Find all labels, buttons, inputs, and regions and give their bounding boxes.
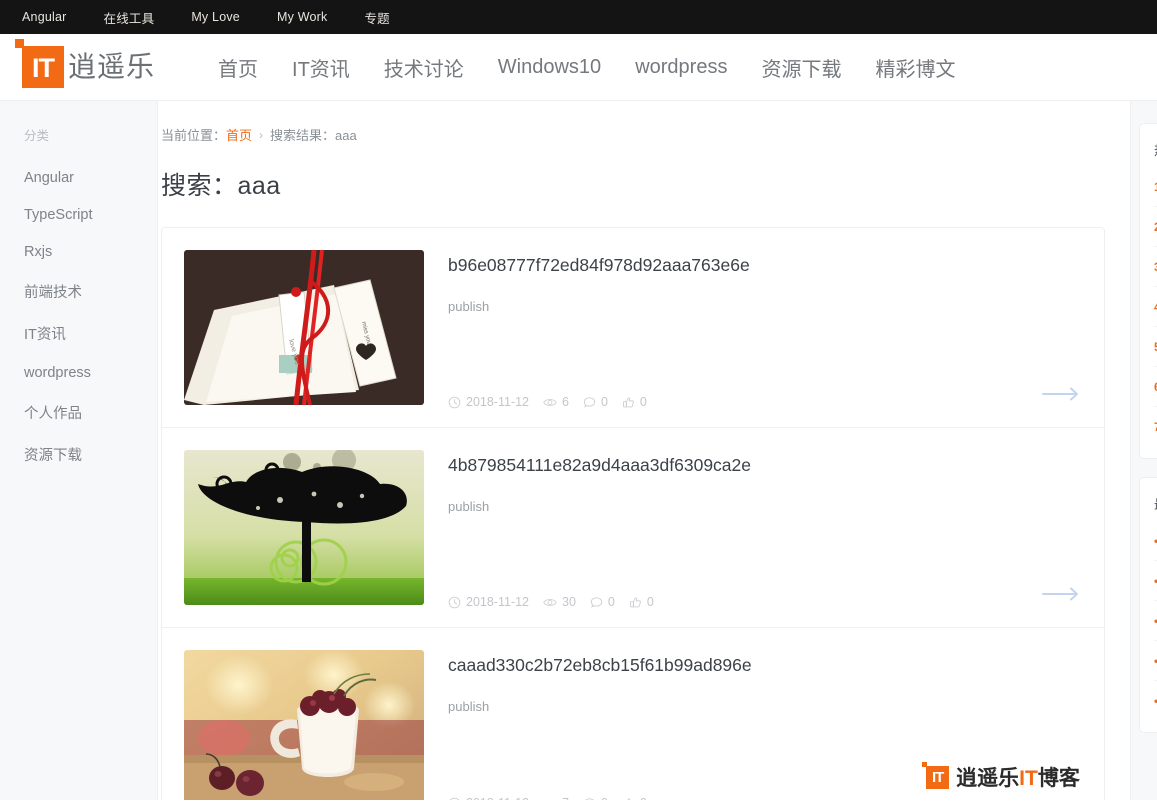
nav-item-tech-talk[interactable]: 技术讨论 xyxy=(384,53,464,82)
result-comments: 0 xyxy=(590,595,615,609)
comment-icon xyxy=(590,596,603,608)
sidebar-item-it-news[interactable]: IT资讯 xyxy=(0,312,157,354)
topbar-link-my-love[interactable]: My Love xyxy=(191,10,240,24)
result-excerpt: publish xyxy=(448,698,490,714)
sidebar-item-typescript[interactable]: TypeScript xyxy=(0,196,157,233)
topbar-link-topics[interactable]: 专题 xyxy=(364,8,389,27)
top-utility-bar: Angular 在线工具 My Love My Work 专题 xyxy=(0,0,1157,34)
sidebar-item-downloads[interactable]: 资源下载 xyxy=(0,433,157,475)
sidebar-item-angular[interactable]: Angular xyxy=(0,159,157,196)
page-title: 搜索：aaa xyxy=(161,172,281,200)
result-comments-count: 0 xyxy=(600,395,608,409)
result-likes: 0 xyxy=(622,395,647,409)
clock-icon xyxy=(448,596,461,608)
sidebar-heading: 分类 xyxy=(24,129,50,143)
result-date: 2018-11-12 xyxy=(448,395,529,409)
widget-popular-posts: 热门文章 1Angular 入门教程 2TypeScript 基础 3Rxjs … xyxy=(1139,123,1157,459)
logo-it-icon: IT xyxy=(15,39,64,88)
result-date-text: 2018-11-12 xyxy=(466,796,529,800)
main-navigation: 首页 IT资讯 技术讨论 Windows10 wordpress 资源下载 精彩… xyxy=(218,53,955,82)
result-go-arrow-icon[interactable] xyxy=(1042,386,1082,407)
nav-item-featured[interactable]: 精彩博文 xyxy=(875,53,955,82)
thumbs-up-icon xyxy=(629,596,641,607)
nav-item-windows10[interactable]: Windows10 xyxy=(498,56,601,79)
nav-item-downloads[interactable]: 资源下载 xyxy=(761,53,841,82)
breadcrumb-current: 搜索结果：aaa xyxy=(270,128,357,143)
result-meta: 2018-11-12 6 0 0 xyxy=(448,395,1082,409)
search-result-item[interactable]: 4b879854111e82a9d4aaa3df6309ca2e publish… xyxy=(162,428,1104,628)
search-result-item[interactable]: caaad330c2b72eb8cb15f61b99ad896e publish… xyxy=(162,628,1104,800)
nav-item-it-news[interactable]: IT资讯 xyxy=(292,53,350,82)
result-meta: 2018-11-12 7 xyxy=(448,796,1082,800)
result-comments-count: 0 xyxy=(607,595,615,609)
topbar-link-my-work[interactable]: My Work xyxy=(277,10,327,24)
eye-icon xyxy=(543,598,557,606)
sidebar-item-personal[interactable]: 个人作品 xyxy=(0,391,157,433)
eye-icon xyxy=(547,799,553,800)
result-thumbnail-cup-cherries[interactable] xyxy=(184,650,424,800)
result-views-count: 7 xyxy=(562,796,569,800)
result-title-link[interactable]: caaad330c2b72eb8cb15f61b99ad896e xyxy=(448,654,1082,677)
search-result-item[interactable]: love you miss you b96e08777f72ed84f978d9… xyxy=(162,228,1104,428)
nav-item-home[interactable]: 首页 xyxy=(218,53,258,82)
result-thumbnail-bookmark-ribbon[interactable]: love you miss you xyxy=(184,250,424,405)
result-title-link[interactable]: b96e08777f72ed84f978d92aaa763e6e xyxy=(448,254,1082,277)
result-go-arrow-icon[interactable] xyxy=(1042,787,1082,800)
page-body: 分类 Angular TypeScript Rxjs 前端技术 IT资讯 wor… xyxy=(0,101,1157,800)
result-likes-count: 0 xyxy=(640,796,647,800)
comment-icon xyxy=(584,797,595,800)
thumbs-up-icon xyxy=(627,797,631,800)
result-meta: 2018-11-12 30 0 0 xyxy=(448,595,1082,609)
site-logo[interactable]: IT 逍遥乐 xyxy=(15,39,156,88)
sidebar-item-rxjs[interactable]: Rxjs xyxy=(0,233,157,270)
breadcrumb-prefix: 当前位置： xyxy=(161,128,227,143)
comment-icon xyxy=(583,396,596,408)
topbar-link-angular[interactable]: Angular xyxy=(22,10,67,24)
widget-recent-comments: 最新评论 •感谢分享 •很有帮助 •学习了 •收藏一下 •写得不错 xyxy=(1139,477,1157,733)
result-body: b96e08777f72ed84f978d92aaa763e6e publish… xyxy=(424,250,1082,409)
eye-icon xyxy=(543,398,557,406)
result-date: 2018-11-12 xyxy=(448,796,529,800)
clock-icon xyxy=(448,396,461,408)
result-title-link[interactable]: 4b879854111e82a9d4aaa3df6309ca2e xyxy=(448,454,1082,477)
logo-wordmark: 逍遥乐 xyxy=(68,51,156,82)
category-sidebar: 分类 Angular TypeScript Rxjs 前端技术 IT资讯 wor… xyxy=(0,101,158,800)
result-views: 7 xyxy=(543,796,569,800)
result-date-text: 2018-11-12 xyxy=(466,395,530,409)
result-body: caaad330c2b72eb8cb15f61b99ad896e publish… xyxy=(424,650,1082,800)
thumbs-up-icon xyxy=(622,396,634,407)
result-date: 2018-11-12 xyxy=(448,595,529,609)
sidebar-item-wordpress[interactable]: wordpress xyxy=(0,354,157,391)
search-results-main: 当前位置： 首页 › 搜索结果：aaa 搜索：aaa love you miss… xyxy=(158,101,1130,800)
result-views-count: 6 xyxy=(562,395,569,409)
result-likes: 0 xyxy=(629,595,654,609)
result-comments-count: 0 xyxy=(601,796,608,800)
result-views-count: 30 xyxy=(562,595,576,609)
breadcrumb-separator-icon: › xyxy=(259,127,264,142)
result-excerpt: publish xyxy=(448,498,490,514)
result-go-arrow-icon[interactable] xyxy=(1042,586,1082,607)
search-results-list: love you miss you b96e08777f72ed84f978d9… xyxy=(161,227,1105,800)
breadcrumb: 当前位置： 首页 › 搜索结果：aaa xyxy=(158,101,1110,144)
result-comments: 0 xyxy=(583,796,608,800)
result-likes-count: 0 xyxy=(646,595,654,609)
sidebar-item-frontend[interactable]: 前端技术 xyxy=(0,270,157,312)
result-comments: 0 xyxy=(583,395,608,409)
result-body: 4b879854111e82a9d4aaa3df6309ca2e publish… xyxy=(424,450,1082,609)
nav-item-wordpress[interactable]: wordpress xyxy=(635,56,727,79)
clock-icon xyxy=(449,797,460,800)
topbar-link-tools[interactable]: 在线工具 xyxy=(104,8,155,27)
result-views: 6 xyxy=(543,395,569,409)
breadcrumb-home-link[interactable]: 首页 xyxy=(226,125,252,144)
result-likes-count: 0 xyxy=(639,395,647,409)
result-likes: 0 xyxy=(622,796,647,800)
result-date-text: 2018-11-12 xyxy=(466,595,530,609)
right-widget-rail: 热门文章 1Angular 入门教程 2TypeScript 基础 3Rxjs … xyxy=(1130,101,1157,800)
result-excerpt: publish xyxy=(448,298,490,314)
site-header: IT 逍遥乐 首页 IT资讯 技术讨论 Windows10 wordpress … xyxy=(0,34,1157,101)
result-views: 30 xyxy=(543,595,576,609)
result-thumbnail-tree-silhouette[interactable] xyxy=(184,450,424,605)
